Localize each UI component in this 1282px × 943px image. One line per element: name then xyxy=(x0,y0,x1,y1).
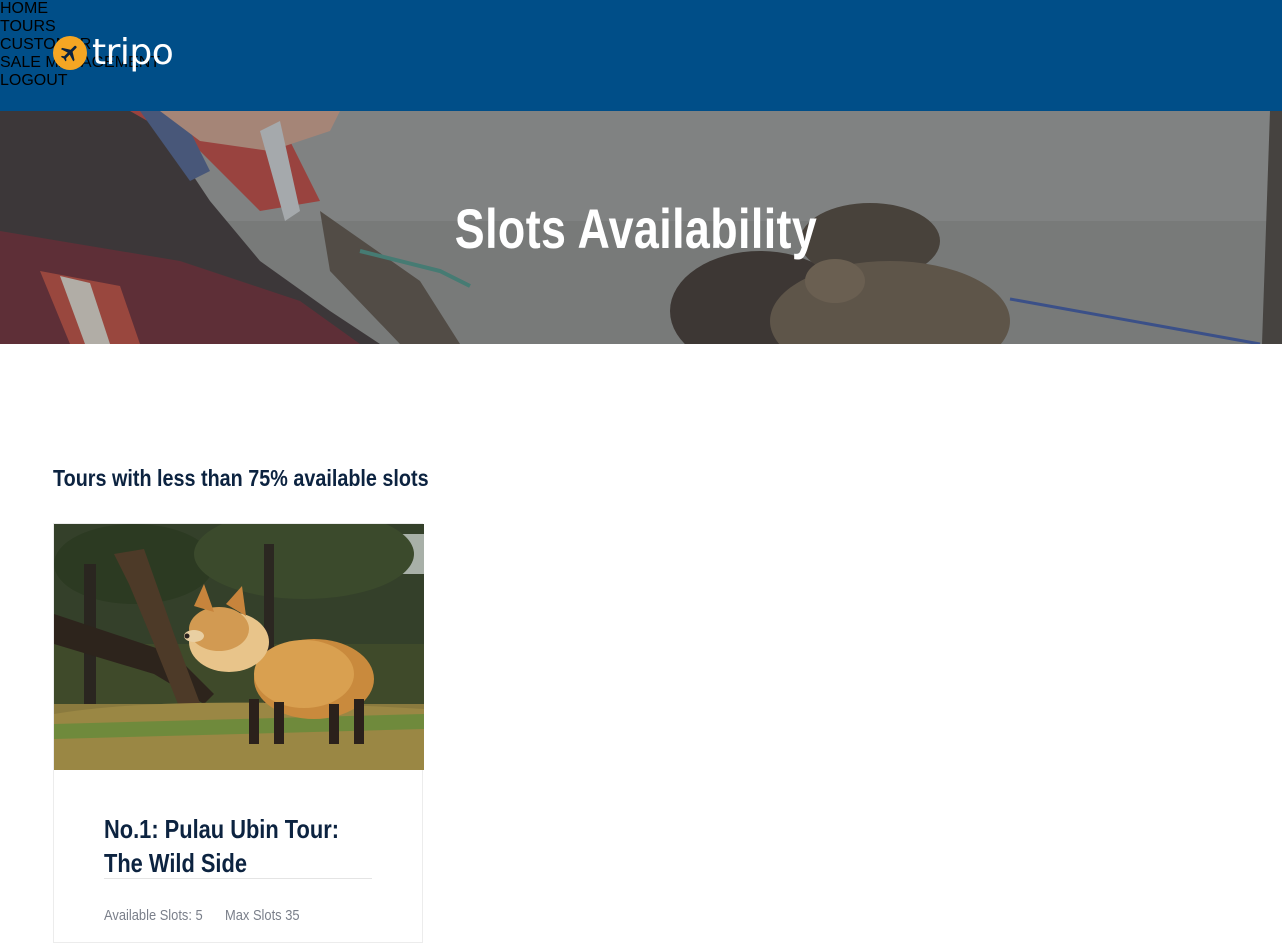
brand-logo[interactable]: tripo xyxy=(53,32,174,73)
nav-home[interactable]: HOME xyxy=(0,0,48,17)
hero-banner: Slots Availability xyxy=(0,111,1282,344)
nav-tours[interactable]: TOURS xyxy=(0,18,56,35)
tour-image[interactable] xyxy=(54,524,424,770)
page-title: Slots Availability xyxy=(454,197,818,260)
section-heading: Tours with less than 75% available slots xyxy=(53,465,429,491)
tour-slot-info: Available Slots: 5 Max Slots 35 xyxy=(104,907,300,925)
card-divider xyxy=(104,878,372,879)
max-slots: Max Slots 35 xyxy=(225,907,300,924)
brand-name: tripo xyxy=(92,32,174,73)
main-nav: HOME TOURS CUSTOMER SALE MANAGEMENT LOGO… xyxy=(0,0,1282,90)
tour-title[interactable]: No.1: Pulau Ubin Tour: The Wild Side xyxy=(104,812,373,880)
site-header: tripo HOME TOURS CUSTOMER SALE MANAGEMEN… xyxy=(0,0,1282,111)
nav-logout[interactable]: LOGOUT xyxy=(0,72,68,89)
fox-photo xyxy=(54,524,424,770)
available-slots: Available Slots: 5 xyxy=(104,907,203,924)
tour-card[interactable]: No.1: Pulau Ubin Tour: The Wild Side Ava… xyxy=(53,523,424,943)
airplane-icon xyxy=(53,36,87,70)
